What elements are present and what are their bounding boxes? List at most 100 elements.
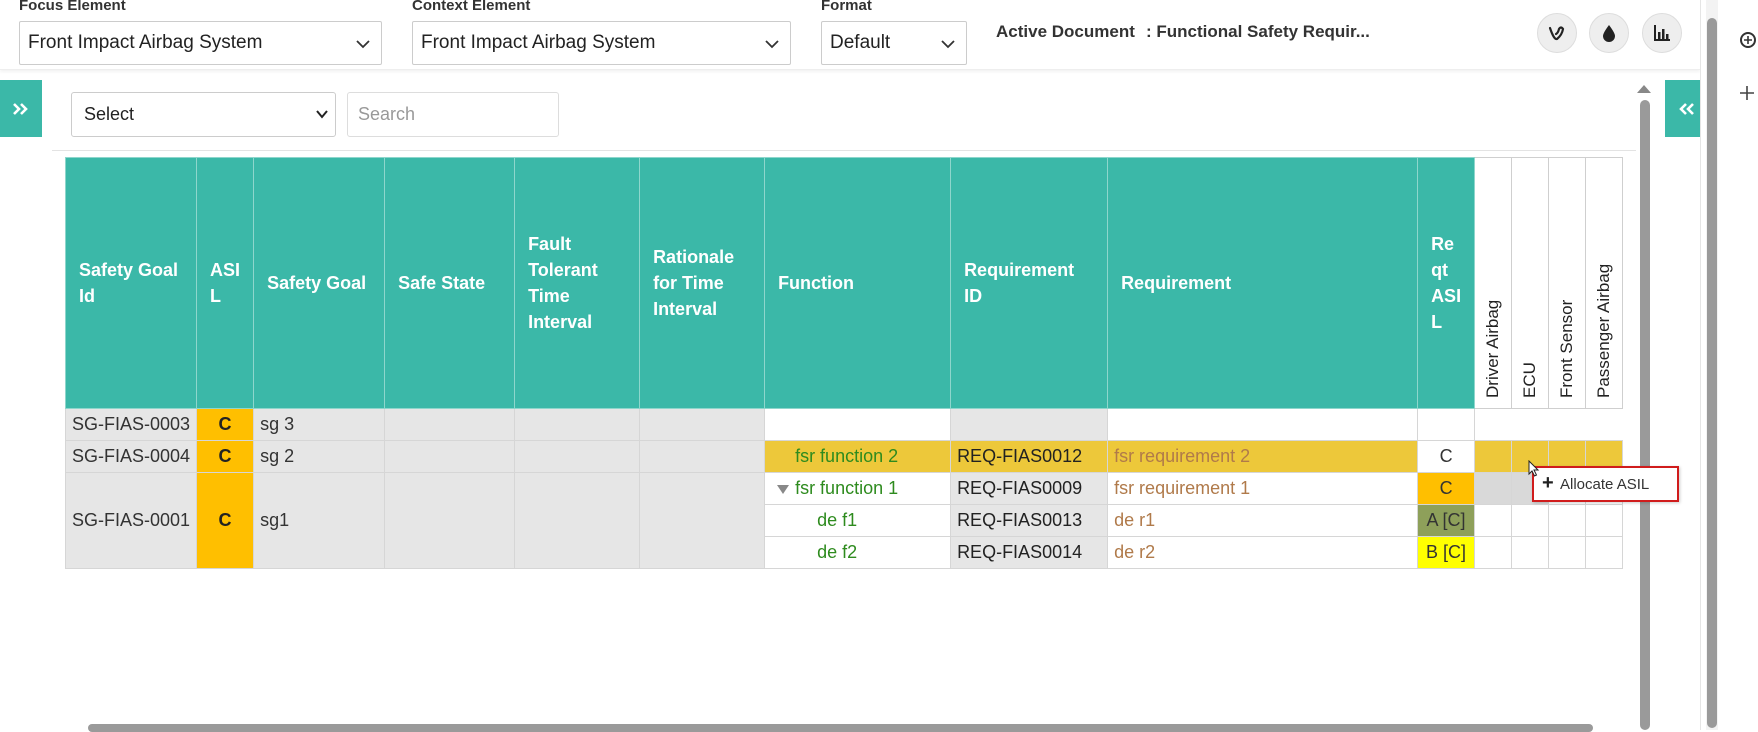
function-cell: fsr function 2 bbox=[764, 440, 952, 473]
header-driver-airbag-label: Driver Airbag bbox=[1483, 299, 1503, 398]
asil-cell: C bbox=[196, 440, 255, 473]
alloc-cell[interactable] bbox=[1511, 536, 1550, 569]
chart-button[interactable] bbox=[1642, 13, 1682, 53]
table-row[interactable]: SG-FIAS-0003 C sg 3 bbox=[64, 408, 1623, 441]
context-menu[interactable]: + Allocate ASIL bbox=[1532, 466, 1679, 502]
double-chevron-right-icon bbox=[13, 102, 28, 115]
search-input[interactable] bbox=[347, 92, 559, 137]
sg-id-cell: SG-FIAS-0004 bbox=[64, 440, 198, 473]
safety-goal-cell: sg 3 bbox=[253, 408, 386, 441]
chevron-down-icon bbox=[941, 40, 955, 49]
alloc-cell[interactable] bbox=[1475, 409, 1512, 441]
drop-button[interactable] bbox=[1589, 13, 1629, 53]
filter-select-value: Select bbox=[84, 104, 135, 124]
function-cell: de f1 bbox=[764, 504, 952, 537]
requirement-cell: de r1 bbox=[1107, 504, 1419, 537]
alloc-cell[interactable] bbox=[1585, 504, 1624, 537]
alloc-cell[interactable] bbox=[1548, 536, 1587, 569]
header-safety-goal[interactable]: Safety Goal bbox=[253, 157, 386, 409]
req-asil-cell: A [C] bbox=[1417, 504, 1476, 537]
scroll-up-arrow-icon[interactable] bbox=[1637, 85, 1651, 93]
asil-cell: C bbox=[196, 408, 255, 441]
format-value: Default bbox=[830, 32, 891, 53]
header-req-asil[interactable]: Re qt ASI L bbox=[1417, 157, 1476, 409]
header-ftti[interactable]: Fault Tolerant Time Interval bbox=[514, 157, 641, 409]
alloc-cell[interactable] bbox=[1586, 409, 1623, 441]
alloc-cell[interactable] bbox=[1474, 536, 1513, 569]
page-scrollbar-thumb[interactable] bbox=[1707, 18, 1717, 728]
table-scrollbar-thumb[interactable] bbox=[1640, 100, 1650, 730]
format-select[interactable]: Default bbox=[821, 21, 967, 65]
active-document-value: : Functional Safety Requir... bbox=[1146, 22, 1370, 41]
vine-button[interactable] bbox=[1537, 13, 1577, 53]
header-requirement[interactable]: Requirement bbox=[1107, 157, 1419, 409]
vine-icon bbox=[1548, 26, 1565, 41]
rationale-cell bbox=[639, 408, 766, 441]
safety-goal-cell: sg1 bbox=[253, 472, 386, 569]
header-function[interactable]: Function bbox=[764, 157, 952, 409]
header-safe-state[interactable]: Safe State bbox=[384, 157, 516, 409]
req-asil-cell bbox=[1417, 408, 1476, 441]
ftti-cell bbox=[514, 472, 641, 569]
alloc-cell[interactable] bbox=[1548, 504, 1587, 537]
expand-left-panel-button[interactable] bbox=[0, 80, 42, 137]
req-asil-cell: C bbox=[1417, 472, 1476, 505]
requirement-id-cell: REQ-FIAS0013 bbox=[950, 504, 1109, 537]
ftti-cell bbox=[514, 408, 641, 441]
header-safety-goal-id[interactable]: Safety Goal Id bbox=[64, 157, 198, 409]
header-rationale[interactable]: Rationale for Time Interval bbox=[639, 157, 766, 409]
plus-icon[interactable] bbox=[1738, 84, 1756, 108]
alloc-cell[interactable] bbox=[1549, 409, 1586, 441]
function-cell: fsr function 1 bbox=[764, 472, 952, 505]
requirement-cell: de r2 bbox=[1107, 536, 1419, 569]
horizontal-scrollbar-thumb[interactable] bbox=[88, 724, 1593, 732]
sg-id-cell: SG-FIAS-0001 bbox=[64, 472, 198, 569]
double-chevron-left-icon bbox=[1679, 102, 1694, 115]
chevron-down-icon bbox=[316, 110, 328, 119]
table-header-row: Safety Goal Id ASI L Safety Goal Safe St… bbox=[64, 157, 1624, 409]
context-element-value: Front Impact Airbag System bbox=[421, 32, 656, 53]
safe-state-cell bbox=[384, 440, 516, 473]
context-element-select[interactable]: Front Impact Airbag System bbox=[412, 21, 791, 65]
alloc-cell[interactable] bbox=[1474, 504, 1513, 537]
active-document-label: Active Document bbox=[996, 22, 1135, 41]
requirement-cell: fsr requirement 2 bbox=[1107, 440, 1419, 473]
focus-element-select[interactable]: Front Impact Airbag System bbox=[19, 21, 382, 65]
allocate-asil-menu-item[interactable]: Allocate ASIL bbox=[1560, 476, 1649, 493]
header-front-sensor-label: Front Sensor bbox=[1557, 299, 1577, 398]
requirement-cell bbox=[1107, 408, 1419, 441]
plus-icon: + bbox=[1542, 472, 1554, 494]
requirement-cell: fsr requirement 1 bbox=[1107, 472, 1419, 505]
alloc-cell[interactable] bbox=[1474, 440, 1513, 473]
header-ecu[interactable]: ECU bbox=[1511, 157, 1550, 409]
alloc-cell[interactable] bbox=[1585, 536, 1624, 569]
asil-cell: C bbox=[196, 472, 255, 569]
header-passenger-airbag[interactable]: Passenger Airbag bbox=[1585, 157, 1624, 409]
chevron-down-icon bbox=[356, 40, 370, 49]
rationale-cell bbox=[639, 440, 766, 473]
mouse-cursor-icon bbox=[1528, 460, 1540, 477]
openai-icon[interactable] bbox=[1738, 30, 1758, 56]
header-asil[interactable]: ASI L bbox=[196, 157, 255, 409]
alloc-cell[interactable] bbox=[1474, 472, 1513, 505]
safe-state-cell bbox=[384, 408, 516, 441]
top-toolbar: Focus Element Front Impact Airbag System… bbox=[0, 0, 1700, 70]
collapse-triangle-icon[interactable] bbox=[777, 484, 790, 494]
header-front-sensor[interactable]: Front Sensor bbox=[1548, 157, 1587, 409]
context-element-label: Context Element bbox=[412, 0, 531, 14]
req-asil-cell: B [C] bbox=[1417, 536, 1476, 569]
alloc-cell[interactable] bbox=[1512, 409, 1549, 441]
format-label: Format bbox=[821, 0, 872, 14]
bar-chart-icon bbox=[1654, 25, 1670, 41]
focus-element-label: Focus Element bbox=[19, 0, 126, 14]
alloc-cell[interactable] bbox=[1511, 504, 1550, 537]
function-cell: de f2 bbox=[764, 536, 952, 569]
chevron-down-icon bbox=[765, 40, 779, 49]
safe-state-cell bbox=[384, 472, 516, 569]
filter-select[interactable]: Select bbox=[71, 92, 336, 137]
table-row[interactable]: SG-FIAS-0001 C sg1 fsr function 1 REQ-FI… bbox=[64, 472, 1624, 569]
table-row-selected[interactable]: SG-FIAS-0004 C sg 2 fsr function 2 REQ-F… bbox=[64, 440, 1624, 473]
header-driver-airbag[interactable]: Driver Airbag bbox=[1474, 157, 1513, 409]
header-requirement-id[interactable]: Requirement ID bbox=[950, 157, 1109, 409]
header-passenger-airbag-label: Passenger Airbag bbox=[1594, 263, 1614, 398]
